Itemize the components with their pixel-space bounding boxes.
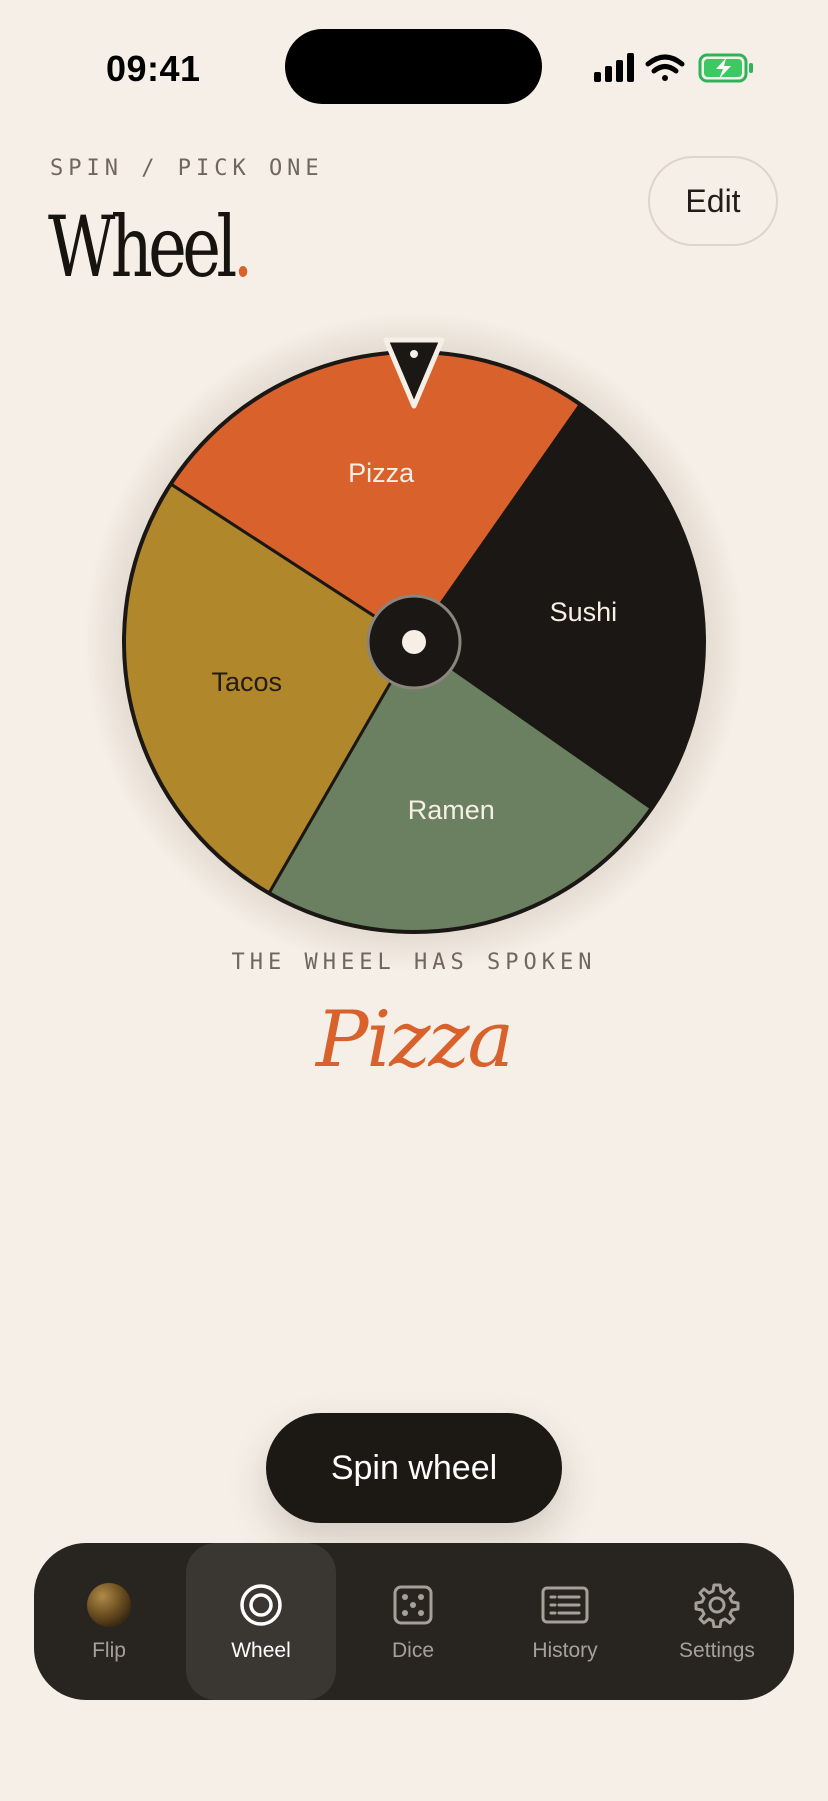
coin-icon	[86, 1581, 132, 1629]
spin-wheel[interactable]: Pizza Sushi Ramen Tacos	[84, 312, 744, 972]
wheel-icon	[239, 1581, 283, 1629]
system-icons	[592, 50, 762, 86]
tab-label: Wheel	[231, 1639, 291, 1662]
tab-bar: Flip Wheel Dice History Settings	[34, 1543, 794, 1700]
tab-label: Flip	[92, 1639, 126, 1662]
gear-icon	[694, 1581, 740, 1629]
tab-history[interactable]: History	[490, 1543, 640, 1700]
status-bar: 09:41	[0, 0, 828, 110]
battery-charging-icon	[698, 53, 753, 83]
dynamic-island	[285, 29, 542, 104]
tab-wheel[interactable]: Wheel	[186, 1543, 336, 1700]
history-list-icon	[541, 1581, 589, 1629]
wheel-segment-label: Ramen	[408, 795, 495, 825]
tab-settings[interactable]: Settings	[642, 1543, 792, 1700]
page-title-dot: .	[232, 198, 254, 296]
dice-icon	[393, 1581, 433, 1629]
wheel-hub-dot	[402, 630, 426, 654]
page-title-text: Wheel	[48, 198, 237, 296]
wifi-icon	[645, 54, 685, 81]
eyebrow-label: SPIN / PICK ONE	[50, 156, 324, 181]
tab-flip[interactable]: Flip	[34, 1543, 184, 1700]
tab-label: Settings	[679, 1639, 755, 1662]
page-title: Wheel.	[48, 205, 253, 289]
wheel-segment-label: Pizza	[348, 458, 415, 488]
wheel-segment-label: Tacos	[211, 667, 282, 697]
result-caption: THE WHEEL HAS SPOKEN	[231, 950, 597, 975]
tab-label: History	[532, 1639, 598, 1662]
result-value: Pizza	[315, 995, 514, 1085]
spin-wheel-button[interactable]: Spin wheel	[266, 1413, 562, 1523]
edit-button[interactable]: Edit	[648, 156, 778, 246]
cellular-signal-icon	[594, 53, 634, 82]
wheel-segment-label: Sushi	[550, 597, 618, 627]
tab-dice[interactable]: Dice	[338, 1543, 488, 1700]
tab-label: Dice	[391, 1639, 434, 1662]
status-time: 09:41	[106, 48, 201, 89]
